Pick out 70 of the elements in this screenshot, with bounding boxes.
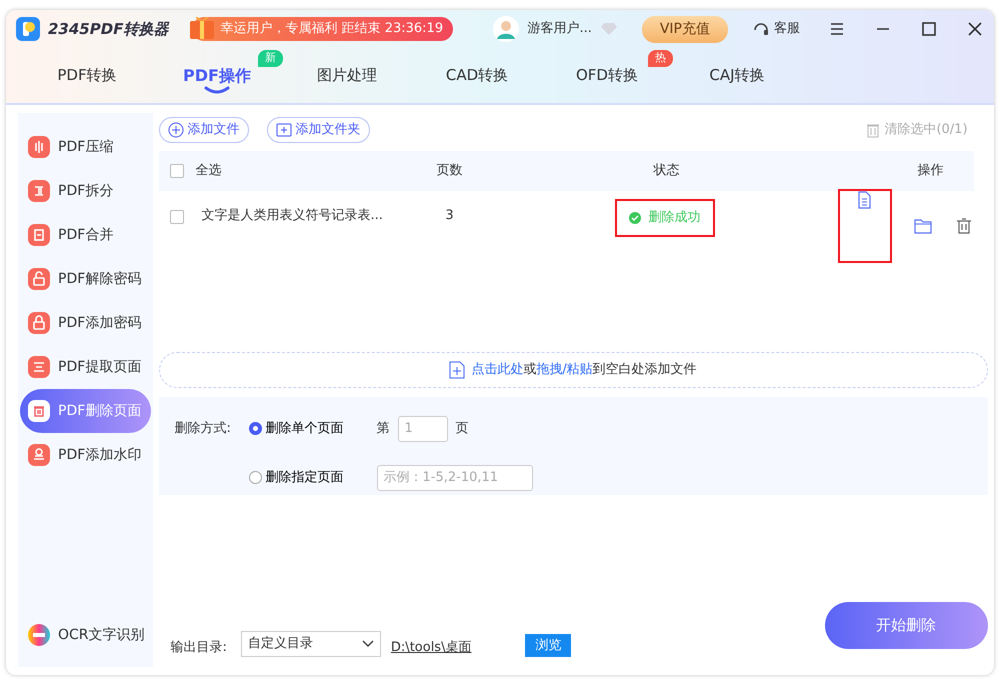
radio-option[interactable]: 删除单个页面 xyxy=(248,418,377,438)
column-header: 操作 xyxy=(916,162,945,180)
radio-option[interactable]: 删除指定页面 xyxy=(248,468,377,488)
column-header: 状态 xyxy=(652,162,681,180)
tab[interactable]: 图片处理 xyxy=(282,48,412,103)
delete-icon xyxy=(956,217,974,235)
sidebar-item[interactable]: PDF添加水印 xyxy=(20,433,151,477)
diamond-icon xyxy=(600,22,618,36)
output-label: 输出目录: xyxy=(170,638,227,656)
stamp-icon xyxy=(28,444,50,466)
logo-icon xyxy=(16,17,40,41)
sidebar-item[interactable]: PDF压缩 xyxy=(20,125,151,169)
maximize-icon[interactable] xyxy=(920,20,938,38)
page-prefix: 第 xyxy=(376,420,390,438)
app-title: 2345PDF转换器 xyxy=(48,18,168,40)
delete-button[interactable] xyxy=(956,217,974,235)
tab[interactable]: CAD转换 xyxy=(412,48,542,103)
sidebar-item[interactable]: PDF拆分 xyxy=(20,169,151,213)
plus-icon xyxy=(168,122,184,138)
add-file-button[interactable]: 添加文件 xyxy=(158,117,249,143)
sidebar-item[interactable]: PDF提取页面 xyxy=(20,345,151,389)
sidebar-item[interactable]: OCR文字识别 xyxy=(20,613,151,657)
link[interactable]: 点击此处 xyxy=(471,362,524,378)
range-input[interactable]: 示例：1-5,2-10,11 xyxy=(376,464,533,490)
ocr-icon xyxy=(28,624,50,646)
sidebar-item[interactable]: PDF解除密码 xyxy=(20,257,151,301)
view-button[interactable] xyxy=(840,191,890,261)
underline-icon xyxy=(204,86,230,94)
page-count: 3 xyxy=(444,207,455,225)
column-header: 全选 xyxy=(196,162,223,180)
tab-badge: 新 xyxy=(258,50,283,66)
page-input[interactable]: 1 xyxy=(398,416,448,442)
lock-icon xyxy=(28,312,50,334)
extract-icon xyxy=(28,356,50,378)
split-icon xyxy=(28,180,50,202)
tab[interactable]: PDF转换 xyxy=(22,48,152,103)
checkbox[interactable] xyxy=(170,164,184,178)
directory-select[interactable]: 自定义目录 xyxy=(240,631,381,657)
service-link[interactable]: 客服 xyxy=(774,19,800,39)
tab[interactable]: CAJ转换 xyxy=(672,48,802,103)
user-name[interactable]: 游客用户... xyxy=(527,19,592,39)
add-file-icon xyxy=(449,361,466,379)
status-label: 删除成功 xyxy=(616,201,713,234)
folder-icon xyxy=(914,217,932,235)
chevron-down-icon xyxy=(362,640,374,648)
delete-icon xyxy=(28,400,50,422)
trash-icon xyxy=(866,122,880,138)
merge-icon xyxy=(28,224,50,246)
check-icon xyxy=(628,212,641,224)
page-suffix: 页 xyxy=(456,420,469,438)
menu-icon[interactable] xyxy=(828,20,846,38)
link[interactable]: 拖拽/粘贴 xyxy=(536,362,593,378)
sidebar-item[interactable]: PDF合并 xyxy=(20,213,151,257)
dropzone-text: 点击此处或拖拽/粘贴到空白处添加文件 xyxy=(471,361,697,380)
close-icon[interactable] xyxy=(966,20,984,38)
add-folder-button[interactable]: 添加文件夹 xyxy=(266,117,370,143)
file-name: 文字是人类用表义符号记录表... xyxy=(200,207,384,225)
column-header: 页数 xyxy=(436,162,464,180)
browse-button[interactable]: 浏览 xyxy=(525,634,572,657)
plus-icon xyxy=(276,122,292,138)
headset-icon xyxy=(752,20,770,38)
checkbox[interactable] xyxy=(170,210,184,224)
option-label: 删除方式: xyxy=(174,420,232,438)
folder-button[interactable] xyxy=(914,217,932,235)
compress-icon xyxy=(28,136,50,158)
vip-button[interactable]: VIP充值 xyxy=(642,16,728,42)
path-link[interactable]: D:\tools\桌面 xyxy=(390,638,472,657)
tab-badge: 热 xyxy=(648,50,673,66)
unlock-icon xyxy=(28,268,50,290)
sidebar-item[interactable]: PDF添加密码 xyxy=(20,301,151,345)
